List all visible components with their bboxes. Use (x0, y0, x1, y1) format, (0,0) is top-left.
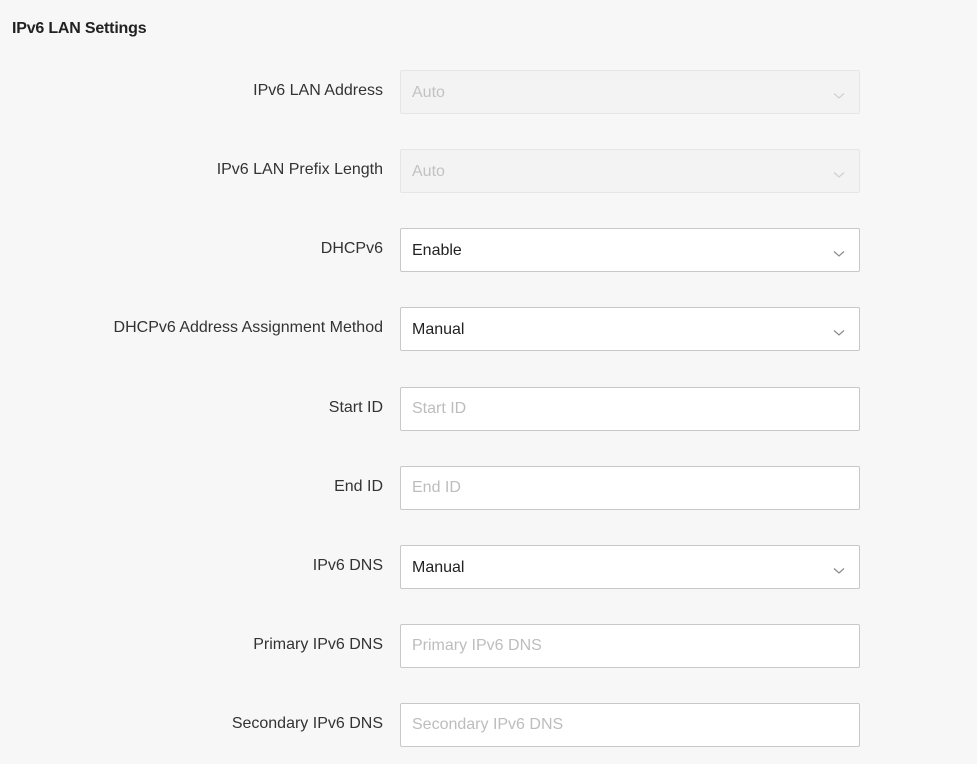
ipv6-lan-address-select: Auto (400, 70, 860, 114)
chevron-down-icon (833, 87, 845, 99)
ipv6-lan-address-value: Auto (412, 84, 445, 101)
dhcpv6-assignment-method-row: DHCPv6 Address Assignment Method Manual (0, 307, 977, 351)
secondary-ipv6-dns-input[interactable] (400, 703, 860, 747)
ipv6-dns-value: Manual (412, 559, 465, 576)
dhcpv6-label: DHCPv6 (320, 240, 383, 257)
dhcpv6-assignment-method-value: Manual (412, 321, 465, 338)
end-id-row: End ID (0, 466, 977, 510)
primary-ipv6-dns-input[interactable] (400, 624, 860, 668)
end-id-input[interactable] (400, 466, 860, 510)
dhcpv6-assignment-method-select[interactable]: Manual (400, 307, 860, 351)
ipv6-lan-prefix-length-row: IPv6 LAN Prefix Length Auto (0, 149, 977, 193)
dhcpv6-row: DHCPv6 Enable (0, 228, 977, 272)
ipv6-lan-prefix-length-label: IPv6 LAN Prefix Length (216, 161, 383, 178)
chevron-down-icon (833, 166, 845, 178)
ipv6-dns-row: IPv6 DNS Manual (0, 545, 977, 589)
start-id-input[interactable] (400, 387, 860, 431)
ipv6-lan-address-row: IPv6 LAN Address Auto (0, 70, 977, 114)
dhcpv6-select[interactable]: Enable (400, 228, 860, 272)
dhcpv6-assignment-method-label: DHCPv6 Address Assignment Method (113, 319, 383, 336)
chevron-down-icon (833, 245, 845, 257)
end-id-label: End ID (334, 478, 383, 495)
ipv6-lan-address-label: IPv6 LAN Address (253, 82, 383, 99)
start-id-row: Start ID (0, 387, 977, 431)
ipv6-dns-select[interactable]: Manual (400, 545, 860, 589)
start-id-label: Start ID (328, 399, 383, 416)
secondary-ipv6-dns-row: Secondary IPv6 DNS (0, 703, 977, 747)
ipv6-lan-settings-form: IPv6 LAN Address Auto IPv6 LAN Prefix Le… (0, 0, 977, 764)
dhcpv6-value: Enable (412, 242, 462, 259)
ipv6-lan-prefix-length-select: Auto (400, 149, 860, 193)
chevron-down-icon (833, 562, 845, 574)
chevron-down-icon (833, 324, 845, 336)
primary-ipv6-dns-row: Primary IPv6 DNS (0, 624, 977, 668)
secondary-ipv6-dns-label: Secondary IPv6 DNS (231, 715, 383, 732)
ipv6-lan-prefix-length-value: Auto (412, 163, 445, 180)
primary-ipv6-dns-label: Primary IPv6 DNS (253, 636, 383, 653)
ipv6-dns-label: IPv6 DNS (312, 557, 383, 574)
